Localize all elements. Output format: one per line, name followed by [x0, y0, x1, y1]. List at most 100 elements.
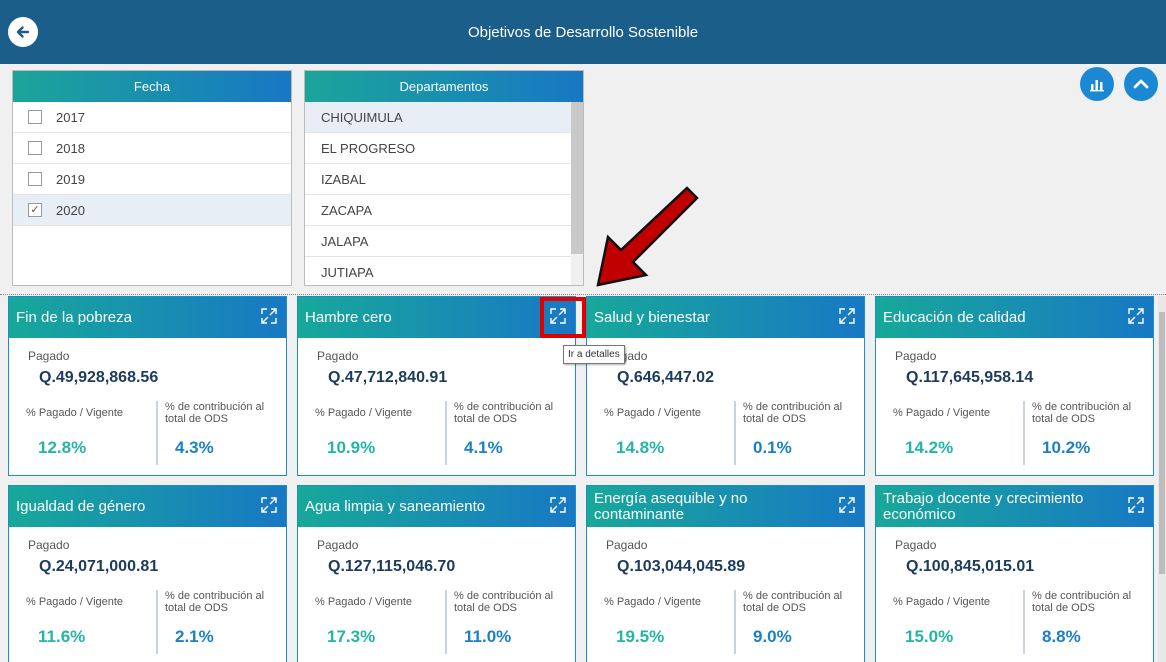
pct-value: 14.2% [905, 438, 954, 457]
pagado-value: Q.117,645,958.14 [906, 369, 1034, 386]
contrib-value: 11.0% [464, 627, 512, 646]
contrib-value: 10.2% [1042, 438, 1091, 457]
fecha-filter: Fecha 2017 2018 2019 ✓ 2020 [12, 70, 292, 286]
pct-label: % Pagado / Vigente [893, 596, 991, 608]
checkbox[interactable] [28, 172, 42, 186]
pagado-label: Pagado [317, 538, 359, 552]
card-header: Igualdad de género [9, 486, 286, 527]
contrib-value: 8.8% [1042, 627, 1081, 646]
pagado-value: Q.646,447.02 [617, 369, 714, 386]
pct-value: 10.9% [327, 438, 376, 457]
card-title: Salud y bienestar [594, 308, 710, 326]
departamento-item[interactable]: JALAPA [305, 226, 583, 257]
departamento-item[interactable]: CHIQUIMULA [305, 102, 583, 133]
ods-card: Fin de la pobreza Pagado Q.49,928,868.56… [8, 296, 287, 476]
pagado-label: Pagado [28, 538, 70, 552]
details-tooltip: Ir a detalles [563, 345, 625, 364]
contrib-label: % de contribución al total de ODS [454, 401, 554, 426]
departamento-item[interactable]: IZABAL [305, 164, 583, 195]
expand-icon[interactable] [838, 307, 856, 325]
departamento-item[interactable]: ZACAPA [305, 195, 583, 226]
pagado-value: Q.103,044,045.89 [617, 558, 746, 575]
fecha-item-label: 2019 [56, 171, 85, 187]
pct-value: 12.8% [38, 438, 87, 457]
pct-value: 19.5% [616, 627, 665, 646]
pagado-label: Pagado [895, 538, 937, 552]
divider [734, 590, 736, 654]
expand-icon[interactable] [1127, 496, 1145, 514]
contrib-value: 4.3% [175, 438, 214, 457]
expand-icon[interactable] [1127, 307, 1145, 325]
card-header: Energía asequible y no contaminante [587, 486, 864, 527]
pct-value: 11.6% [38, 627, 86, 646]
departamentos-scrollbar[interactable] [571, 102, 583, 285]
pct-label: % Pagado / Vigente [604, 407, 702, 419]
fecha-item-label: 2017 [56, 109, 85, 125]
departamentos-filter-header: Departamentos [305, 71, 583, 102]
pct-value: 15.0% [905, 627, 954, 646]
pct-label: % Pagado / Vigente [26, 596, 124, 608]
scrollbar-thumb[interactable] [1159, 312, 1165, 574]
scrollbar-thumb[interactable] [571, 102, 583, 254]
fecha-item-2017[interactable]: 2017 [13, 102, 291, 133]
pagado-label: Pagado [606, 538, 648, 552]
card-title: Igualdad de género [16, 497, 146, 515]
card-header: Agua limpia y saneamiento [298, 486, 575, 527]
departamentos-filter: Departamentos CHIQUIMULA EL PROGRESO IZA… [304, 70, 584, 286]
checkbox-checked[interactable]: ✓ [28, 203, 42, 217]
fecha-item-2020[interactable]: ✓ 2020 [13, 195, 291, 226]
pagado-value: Q.127,115,046.70 [328, 558, 456, 575]
back-button[interactable] [8, 17, 38, 47]
expand-icon[interactable] [260, 496, 278, 514]
expand-icon[interactable] [838, 496, 856, 514]
expand-icon[interactable] [260, 307, 278, 325]
contrib-value: 2.1% [175, 627, 214, 646]
pagado-label: Pagado [28, 349, 70, 363]
expand-icon[interactable] [549, 496, 567, 514]
bar-chart-icon [1090, 80, 1104, 92]
page-title: Objetivos de Desarrollo Sostenible [467, 23, 699, 41]
fecha-filter-header: Fecha [13, 71, 291, 102]
fecha-item-label: 2018 [56, 140, 85, 156]
pagado-value: Q.24,071,000.81 [39, 558, 159, 575]
pagado-value: Q.100,845,015.01 [906, 558, 1035, 575]
contrib-value: 0.1% [753, 438, 792, 457]
pagado-label: Pagado [317, 349, 359, 363]
app-header: Objetivos de Desarrollo Sostenible [0, 0, 1166, 64]
checkbox[interactable] [28, 110, 42, 124]
pagado-value: Q.49,928,868.56 [39, 369, 159, 386]
fecha-item-label: 2020 [56, 202, 85, 218]
pct-label: % Pagado / Vigente [893, 407, 991, 419]
divider [156, 401, 158, 465]
chevron-up-icon [1133, 79, 1149, 89]
card-header: Educación de calidad [876, 297, 1153, 338]
card-header: Fin de la pobreza [9, 297, 286, 338]
pct-label: % Pagado / Vigente [26, 407, 124, 419]
contrib-label: % de contribución al total de ODS [165, 401, 265, 426]
departamento-item[interactable]: JUTIAPA [305, 257, 583, 285]
divider [445, 401, 447, 465]
highlight-box [540, 297, 586, 338]
divider [734, 401, 736, 465]
divider [445, 590, 447, 654]
ods-card: Hambre cero Pagado Q.47,712,840.91 % Pag… [297, 296, 576, 476]
collapse-button[interactable] [1124, 67, 1158, 101]
chart-button[interactable] [1080, 67, 1114, 101]
contrib-label: % de contribución al total de ODS [1032, 590, 1132, 615]
departamento-item[interactable]: EL PROGRESO [305, 133, 583, 164]
fecha-item-2019[interactable]: 2019 [13, 164, 291, 195]
pagado-label: Pagado [895, 349, 937, 363]
annotation-arrow-icon [596, 186, 699, 287]
contrib-value: 4.1% [464, 438, 503, 457]
fecha-item-2018[interactable]: 2018 [13, 133, 291, 164]
ods-card: Salud y bienestar Pagado Q.646,447.02 % … [586, 296, 865, 476]
card-title: Agua limpia y saneamiento [305, 497, 486, 515]
contrib-value: 9.0% [753, 627, 792, 646]
card-header: Hambre cero [298, 297, 575, 338]
card-title: Trabajo docente y crecimiento económico [883, 489, 1084, 523]
page-scrollbar[interactable] [1158, 296, 1166, 662]
divider [1023, 590, 1025, 654]
checkbox[interactable] [28, 141, 42, 155]
contrib-label: % de contribución al total de ODS [1032, 401, 1132, 426]
ods-card: Trabajo docente y crecimiento económico … [875, 485, 1154, 662]
